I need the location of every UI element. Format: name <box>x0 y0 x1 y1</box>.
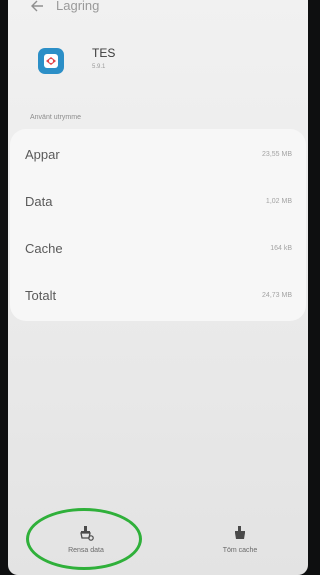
app-name: TES <box>92 46 116 60</box>
phone-screen: Lagring TES 5.9.1 Använt utrymme Appar 2… <box>8 0 308 575</box>
clear-data-icon <box>78 525 94 541</box>
app-header: TES 5.9.1 <box>38 44 278 84</box>
storage-row-label: Cache <box>25 241 63 256</box>
storage-row-value: 24,73 MB <box>262 292 292 299</box>
app-logo-icon <box>44 54 58 68</box>
top-bar: Lagring <box>8 0 308 22</box>
storage-row-value: 1,02 MB <box>265 198 292 205</box>
clear-data-label: Rensa data <box>68 547 104 554</box>
clear-cache-label: Töm cache <box>222 547 258 554</box>
storage-row-cache: Cache 164 kB <box>10 225 306 273</box>
bottom-action-bar: Rensa data Töm cache <box>8 505 308 575</box>
clear-cache-icon <box>232 525 248 541</box>
storage-row-label: Appar <box>25 147 60 162</box>
clear-cache-button[interactable]: Töm cache <box>190 525 290 569</box>
storage-row-value: 23,55 MB <box>262 151 292 158</box>
storage-row-apps: Appar 23,55 MB <box>10 131 306 179</box>
storage-section-label: Använt utrymme <box>30 114 81 121</box>
back-arrow-icon[interactable] <box>30 0 46 14</box>
clear-data-button[interactable]: Rensa data <box>36 525 136 569</box>
storage-row-total: Totalt 24,73 MB <box>10 272 306 320</box>
storage-row-value: 164 kB <box>270 245 292 252</box>
storage-row-label: Data <box>25 194 53 209</box>
storage-card: Appar 23,55 MB Data 1,02 MB Cache 164 kB… <box>10 129 306 321</box>
page-title: Lagring <box>56 0 100 13</box>
app-version: 5.9.1 <box>92 64 106 70</box>
app-icon <box>38 48 64 74</box>
storage-row-data: Data 1,02 MB <box>10 178 306 226</box>
storage-row-label: Totalt <box>25 288 57 303</box>
